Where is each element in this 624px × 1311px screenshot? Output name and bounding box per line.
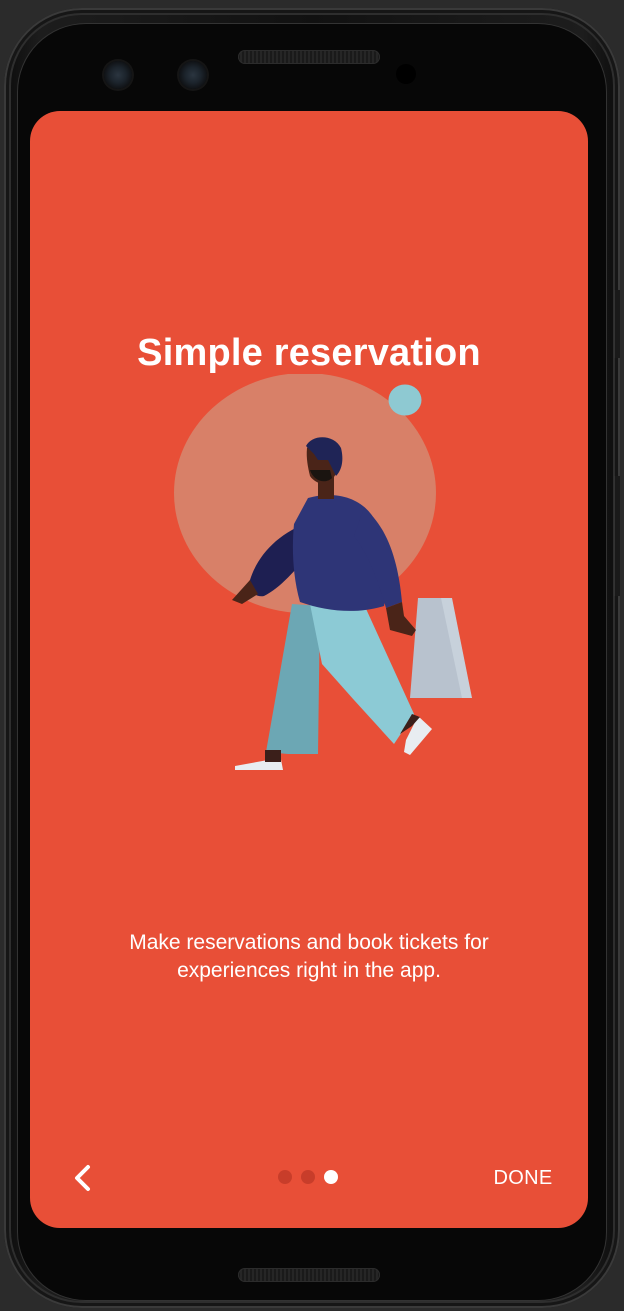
page-description: Make reservations and book tickets for e… xyxy=(129,931,489,982)
page-dot-2 xyxy=(301,1170,315,1184)
walking-person-illustration xyxy=(174,374,472,770)
earpiece-speaker xyxy=(238,50,380,64)
page-dot-1 xyxy=(278,1170,292,1184)
chevron-left-icon xyxy=(75,1165,90,1191)
proximity-sensor xyxy=(396,64,416,84)
power-button xyxy=(614,476,620,596)
bottom-speaker xyxy=(238,1268,380,1282)
front-camera-icon xyxy=(104,61,132,89)
back-button[interactable] xyxy=(60,1156,104,1200)
page-title: Simple reservation xyxy=(137,332,481,374)
back-leg xyxy=(266,604,320,754)
page-dot-3-active xyxy=(324,1170,338,1184)
device-stage: Simple reservation Make reservations and… xyxy=(0,0,624,1311)
front-camera-icon xyxy=(179,61,207,89)
done-button[interactable]: DONE xyxy=(486,1164,560,1192)
page-indicator xyxy=(278,1170,338,1184)
blue-dot xyxy=(388,384,422,416)
volume-button xyxy=(614,290,620,358)
onboarding-screen: Simple reservation Make reservations and… xyxy=(30,111,588,1228)
